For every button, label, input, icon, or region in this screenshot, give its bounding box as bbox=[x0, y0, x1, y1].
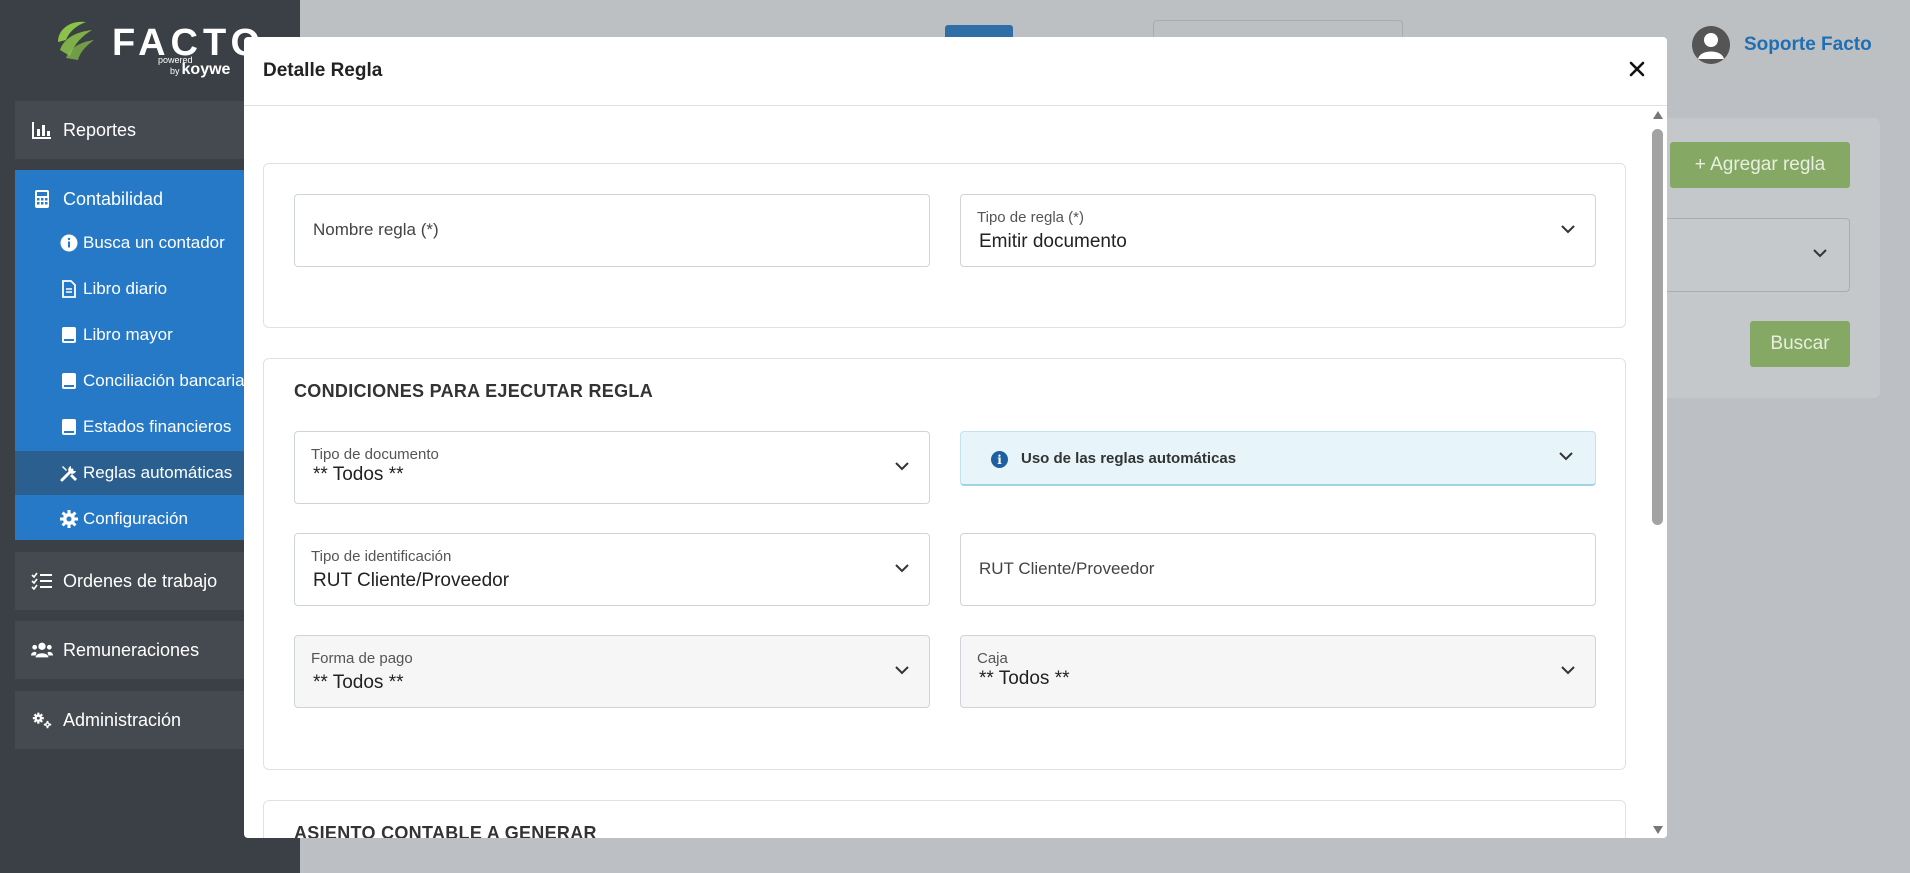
avatar-icon bbox=[1692, 26, 1730, 64]
cash-box-value: ** Todos ** bbox=[979, 668, 1070, 689]
modal-header: Detalle Regla bbox=[244, 37, 1667, 106]
identification-type-label: Tipo de identificación bbox=[311, 548, 452, 565]
info-circle-icon: i bbox=[991, 451, 1008, 468]
cash-box-label: Caja bbox=[977, 650, 1008, 667]
chevron-down-icon bbox=[895, 564, 909, 573]
logo-powered-by: powered by koywe bbox=[158, 56, 231, 78]
cogs-icon bbox=[31, 709, 53, 731]
automatic-rules-info-toggle[interactable]: i Uso de las reglas automáticas bbox=[960, 431, 1596, 486]
tools-icon bbox=[59, 463, 79, 483]
sidebar-subitem-label: Reglas automáticas bbox=[83, 463, 233, 482]
user-name: Soporte Facto bbox=[1744, 34, 1872, 55]
rule-type-value: Emitir documento bbox=[979, 231, 1127, 252]
chevron-down-icon bbox=[1561, 225, 1575, 234]
add-rule-button[interactable]: + Agregar regla bbox=[1670, 142, 1850, 188]
sidebar-item-label: Reportes bbox=[63, 119, 137, 140]
file-icon bbox=[59, 279, 79, 299]
rule-basic-section: Nombre regla (*) Tipo de regla (*) Emiti… bbox=[263, 163, 1626, 328]
search-button[interactable]: Buscar bbox=[1750, 321, 1850, 367]
payment-method-value: ** Todos ** bbox=[313, 672, 404, 693]
accounting-entry-title: ASIENTO CONTABLE A GENERAR bbox=[294, 823, 597, 838]
bar-chart-icon bbox=[31, 119, 53, 141]
rule-name-placeholder: Nombre regla (*) bbox=[313, 220, 439, 239]
logo-by: by bbox=[170, 66, 180, 76]
logo-brand: koywe bbox=[181, 61, 231, 78]
conditions-section: CONDICIONES PARA EJECUTAR REGLA Tipo de … bbox=[263, 358, 1626, 770]
facto-logo-icon bbox=[58, 21, 94, 60]
scroll-up-arrow-icon[interactable] bbox=[1653, 111, 1663, 119]
sidebar-subitem-label: Libro diario bbox=[83, 279, 168, 298]
sidebar-subitem-label: Configuración bbox=[83, 509, 188, 528]
calculator-icon bbox=[31, 188, 53, 210]
scroll-down-arrow-icon[interactable] bbox=[1653, 826, 1663, 834]
document-type-value: ** Todos ** bbox=[313, 464, 404, 485]
chevron-down-icon bbox=[1559, 452, 1573, 461]
rule-type-label: Tipo de regla (*) bbox=[977, 209, 1084, 226]
rule-type-select[interactable]: Tipo de regla (*) Emitir documento bbox=[960, 194, 1596, 267]
modal-title: Detalle Regla bbox=[263, 60, 383, 81]
company-selector-partial[interactable] bbox=[1153, 20, 1403, 38]
scrollbar-thumb[interactable] bbox=[1652, 129, 1663, 525]
identification-type-value: RUT Cliente/Proveedor bbox=[313, 570, 510, 591]
rut-placeholder: RUT Cliente/Proveedor bbox=[979, 559, 1155, 578]
rule-detail-modal: Detalle Regla Nombre regla (*) Tipo de r… bbox=[244, 37, 1667, 838]
book-icon bbox=[59, 417, 79, 437]
sidebar-item-label: Administración bbox=[63, 709, 182, 730]
user-menu[interactable]: Soporte Facto bbox=[1692, 26, 1872, 64]
sidebar-subitem-label: Conciliación bancaria bbox=[83, 371, 245, 390]
document-type-select[interactable]: Tipo de documento ** Todos ** bbox=[294, 431, 930, 504]
conditions-title: CONDICIONES PARA EJECUTAR REGLA bbox=[294, 381, 653, 401]
document-type-label: Tipo de documento bbox=[311, 446, 439, 463]
chevron-down-icon bbox=[1813, 249, 1827, 258]
identification-type-select[interactable]: Tipo de identificación RUT Cliente/Prove… bbox=[294, 533, 930, 606]
book-icon bbox=[59, 325, 79, 345]
sidebar-subitem-label: Busca un contador bbox=[83, 233, 225, 252]
info-circle-icon bbox=[59, 233, 79, 253]
chevron-down-icon bbox=[895, 462, 909, 471]
sidebar-subitem-label: Libro mayor bbox=[83, 325, 173, 344]
users-icon bbox=[31, 639, 53, 661]
sidebar-item-label: Ordenes de trabajo bbox=[63, 570, 218, 591]
accounting-entry-section: ASIENTO CONTABLE A GENERAR bbox=[263, 800, 1626, 838]
info-title: Uso de las reglas automáticas bbox=[1021, 450, 1237, 467]
rule-name-input[interactable]: Nombre regla (*) bbox=[294, 194, 930, 267]
facto-logo[interactable]: FACTO powered by koywe bbox=[52, 16, 260, 80]
close-icon bbox=[1629, 61, 1645, 77]
payment-method-label: Forma de pago bbox=[311, 650, 413, 667]
close-button[interactable] bbox=[1623, 55, 1651, 83]
payment-method-select[interactable]: Forma de pago ** Todos ** bbox=[294, 635, 930, 708]
chevron-down-icon bbox=[1561, 666, 1575, 675]
sidebar-item-label: Contabilidad bbox=[63, 188, 164, 209]
modal-body: Nombre regla (*) Tipo de regla (*) Emiti… bbox=[244, 107, 1644, 838]
header-button-partial[interactable] bbox=[945, 25, 1013, 37]
sidebar-subitem-label: Estados financieros bbox=[83, 417, 232, 436]
chevron-down-icon bbox=[895, 666, 909, 675]
rut-input[interactable]: RUT Cliente/Proveedor bbox=[960, 533, 1596, 606]
checklist-icon bbox=[31, 570, 53, 592]
sidebar-item-label: Remuneraciones bbox=[63, 639, 200, 660]
book-icon bbox=[59, 371, 79, 391]
filter-select[interactable] bbox=[1650, 218, 1850, 292]
cash-box-select[interactable]: Caja ** Todos ** bbox=[960, 635, 1596, 708]
modal-scrollbar[interactable] bbox=[1648, 107, 1667, 838]
gear-icon bbox=[59, 509, 79, 529]
